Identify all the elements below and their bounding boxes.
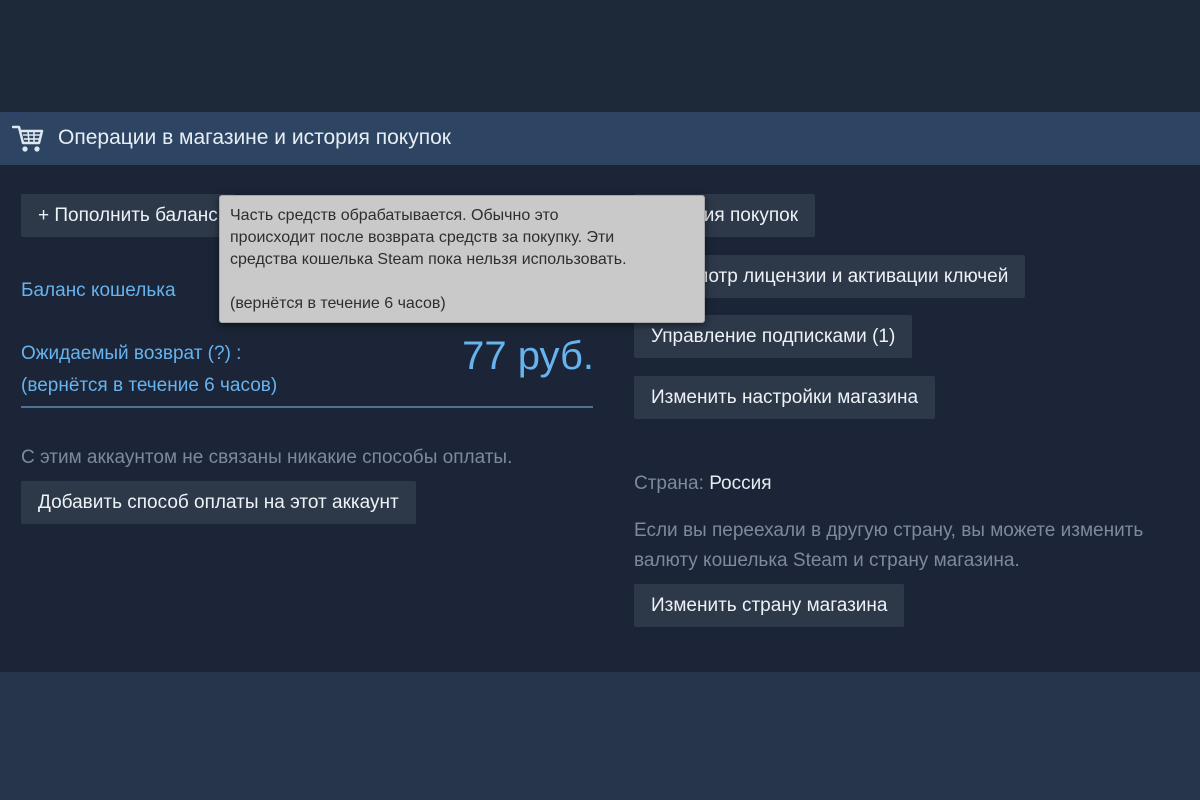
pending-refund-label[interactable]: Ожидаемый возврат (?) : (21, 342, 241, 366)
country-value: Россия (709, 473, 772, 494)
move-country-text: Если вы переехали в другую страну, вы мо… (634, 520, 1144, 571)
page-title: Операции в магазине и история покупок (58, 126, 451, 149)
top-band (0, 0, 1200, 112)
store-preferences-button[interactable]: Изменить настройки магазина (634, 376, 936, 419)
add-funds-button[interactable]: + Пополнить баланс (21, 194, 235, 237)
section-header: Операции в магазине и история покупок (0, 112, 1200, 165)
refund-tooltip: Часть средств обрабатывается. Обычно это… (219, 195, 705, 323)
no-payment-text: С этим аккаунтом не связаны никакие спос… (21, 447, 513, 468)
store-country: Страна: Россия (634, 471, 772, 497)
tooltip-note: (вернётся в течение 6 часов) (230, 295, 446, 312)
add-payment-method-button[interactable]: Добавить способ оплаты на этот аккаунт (21, 481, 416, 524)
tooltip-line: Часть средств обрабатывается. Обычно это (230, 207, 559, 224)
wallet-balance-label[interactable]: Баланс кошелька (21, 279, 176, 303)
pending-refund-note: (вернётся в течение 6 часов) (21, 375, 278, 396)
bottom-band (0, 672, 1200, 800)
change-store-country-button[interactable]: Изменить страну магазина (634, 584, 905, 627)
pending-refund-amount: 77 руб. (462, 334, 594, 378)
tooltip-line: средства кошелька Steam пока нельзя испо… (230, 251, 627, 268)
country-label: Страна: (634, 473, 704, 494)
tooltip-line: происходит после возврата средств за пок… (230, 229, 615, 246)
divider (21, 406, 593, 408)
shopping-cart-icon (11, 124, 44, 154)
